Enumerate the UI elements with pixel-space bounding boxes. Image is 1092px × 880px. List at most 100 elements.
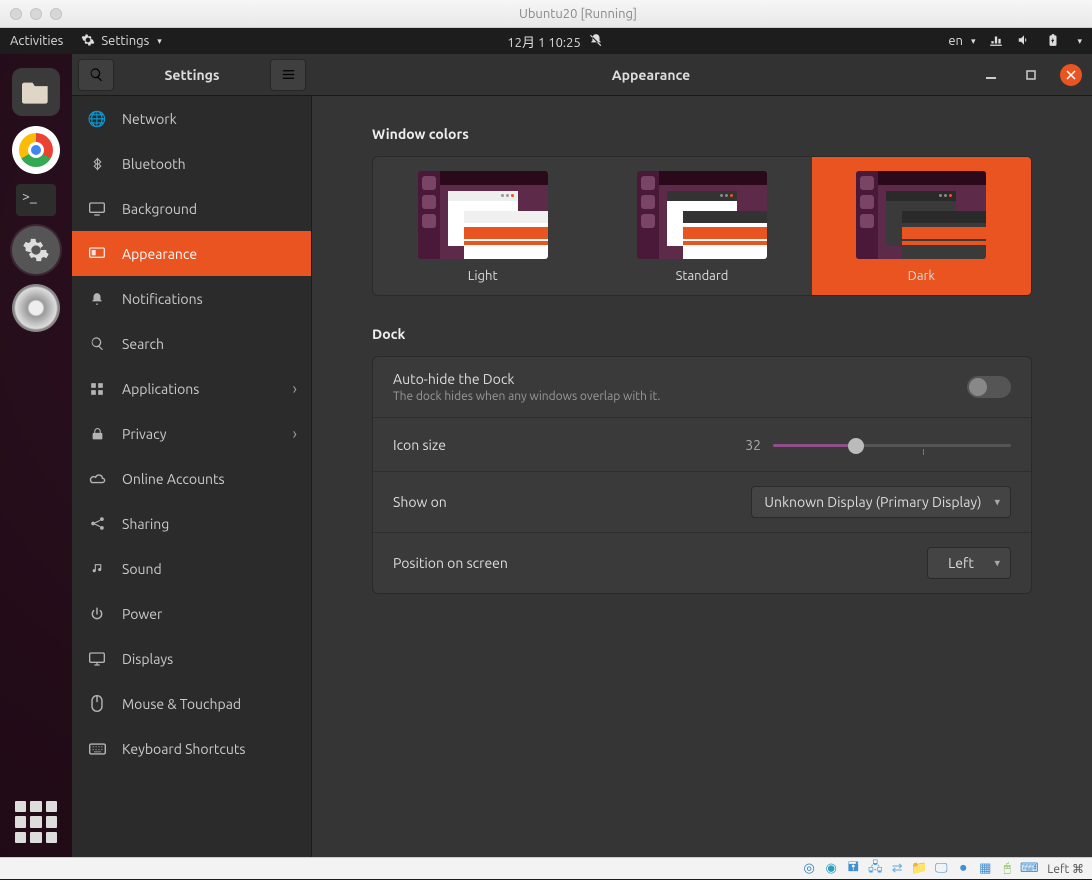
sidebar-item-applications[interactable]: Applications›: [72, 366, 311, 411]
sidebar-item-network[interactable]: 🌐Network: [72, 96, 311, 141]
sidebar-item-bluetooth[interactable]: Bluetooth: [72, 141, 311, 186]
sidebar-item-sound[interactable]: Sound: [72, 546, 311, 591]
content-title: Appearance: [322, 67, 980, 83]
vbox-network-icon[interactable]: 🖧: [867, 861, 883, 877]
search-button[interactable]: [78, 59, 114, 91]
host-zoom-button[interactable]: [50, 8, 62, 20]
dock-terminal-icon[interactable]: >_: [16, 184, 56, 216]
notifications-muted-icon[interactable]: [589, 33, 603, 50]
theme-option-standard[interactable]: Standard: [592, 157, 811, 295]
sidebar-item-background[interactable]: Background: [72, 186, 311, 231]
sidebar-item-appearance[interactable]: Appearance: [72, 231, 311, 276]
dock-disc-icon[interactable]: [12, 284, 60, 332]
hamburger-menu-button[interactable]: [270, 59, 306, 91]
show-applications-button[interactable]: [15, 801, 57, 843]
position-select[interactable]: Left: [927, 547, 1011, 579]
sidebar-item-sharing[interactable]: Sharing: [72, 501, 311, 546]
icon-size-row: Icon size 32: [373, 418, 1031, 472]
theme-label-dark: Dark: [832, 269, 1011, 283]
show-on-row: Show on Unknown Display (Primary Display…: [373, 472, 1031, 533]
dock-heading: Dock: [372, 326, 1032, 342]
icon-size-label: Icon size: [393, 437, 731, 453]
appearance-icon: [88, 247, 106, 261]
dock-settings-icon[interactable]: [12, 226, 60, 274]
sidebar-item-keyboard[interactable]: Keyboard Shortcuts: [72, 726, 311, 771]
autohide-toggle[interactable]: [967, 376, 1011, 398]
vbox-keyboard-capture-icon[interactable]: ⌨: [1021, 861, 1037, 877]
sidebar-item-displays[interactable]: Displays: [72, 636, 311, 681]
vbox-optical-icon[interactable]: ◉: [823, 861, 839, 877]
sidebar-item-mouse[interactable]: Mouse & Touchpad: [72, 681, 311, 726]
mouse-icon: [88, 695, 106, 712]
vbox-usb-icon[interactable]: ⇄: [889, 861, 905, 877]
music-icon: [88, 561, 106, 577]
keyboard-icon: [88, 743, 106, 755]
vbox-hdd-icon[interactable]: ◎: [801, 861, 817, 877]
host-minimize-button[interactable]: [30, 8, 42, 20]
host-titlebar: Ubuntu20 [Running]: [0, 0, 1092, 28]
minimize-button[interactable]: [980, 64, 1002, 86]
input-source-indicator[interactable]: en ▾: [948, 34, 975, 48]
host-window-controls[interactable]: [10, 8, 62, 20]
dock-settings-card: Auto-hide the Dock The dock hides when a…: [372, 356, 1032, 594]
sidebar-item-online-accounts[interactable]: Online Accounts: [72, 456, 311, 501]
chevron-right-icon: ›: [293, 380, 298, 398]
share-icon: [88, 516, 106, 531]
gear-icon: [81, 33, 95, 50]
vbox-recording-icon[interactable]: ⏺: [955, 861, 971, 877]
host-status-toolbar: ◎ ◉ 🖬 🖧 ⇄ 📁 🖵 ⏺ ▦ 🖰 ⌨ Left ⌘: [0, 857, 1092, 879]
show-on-select[interactable]: Unknown Display (Primary Display): [751, 486, 1011, 518]
sidebar-item-power[interactable]: Power: [72, 591, 311, 636]
vbox-display-icon[interactable]: 🖵: [933, 861, 949, 877]
grid-icon: [88, 382, 106, 396]
theme-option-light[interactable]: Light: [373, 157, 592, 295]
ubuntu-dock: >_: [0, 54, 72, 857]
search-icon: [88, 336, 106, 351]
app-menu[interactable]: Settings ▾: [81, 33, 161, 50]
monitor-icon: [88, 202, 106, 216]
battery-icon[interactable]: [1045, 33, 1061, 50]
lock-icon: [88, 426, 106, 442]
close-button[interactable]: [1060, 64, 1082, 86]
position-row: Position on screen Left: [373, 533, 1031, 593]
network-icon[interactable]: [989, 33, 1003, 50]
host-close-button[interactable]: [10, 8, 22, 20]
theme-option-dark[interactable]: Dark: [812, 157, 1031, 295]
chevron-right-icon: ›: [293, 425, 298, 443]
vbox-audio-icon[interactable]: 🖬: [845, 861, 861, 877]
host-window-title: Ubuntu20 [Running]: [74, 7, 1082, 21]
activities-button[interactable]: Activities: [10, 34, 63, 48]
vbox-shared-icon[interactable]: 📁: [911, 861, 927, 877]
dock-files-icon[interactable]: [12, 68, 60, 116]
dock-chrome-icon[interactable]: [12, 126, 60, 174]
desktop: >_ Settings Appearance: [0, 54, 1092, 857]
window-headerbar: Settings Appearance: [72, 54, 1092, 96]
bell-icon: [88, 291, 106, 307]
sidebar-item-search[interactable]: Search: [72, 321, 311, 366]
vbox-cpu-icon[interactable]: ▦: [977, 861, 993, 877]
power-icon: [88, 607, 106, 621]
icon-size-value: 32: [731, 437, 761, 453]
theme-preview-dark: [856, 171, 986, 259]
autohide-label: Auto-hide the Dock: [393, 371, 967, 387]
sidebar-item-privacy[interactable]: Privacy›: [72, 411, 311, 456]
app-menu-label: Settings: [101, 34, 149, 48]
vbox-mouse-capture-icon[interactable]: 🖰: [999, 861, 1015, 877]
settings-content: Window colors Light: [312, 96, 1092, 857]
maximize-button[interactable]: [1020, 64, 1042, 86]
gnome-top-panel: Activities Settings ▾ 12月 1 10:25 en ▾ ▾: [0, 28, 1092, 54]
sidebar-title: Settings: [114, 67, 270, 83]
theme-preview-standard: [637, 171, 767, 259]
icon-size-slider[interactable]: [773, 435, 1011, 455]
settings-window: Settings Appearance 🌐Network Bluetooth B…: [72, 54, 1092, 857]
panel-clock[interactable]: 12月 1 10:25: [507, 32, 580, 51]
volume-icon[interactable]: [1017, 33, 1031, 50]
autohide-row: Auto-hide the Dock The dock hides when a…: [373, 357, 1031, 418]
settings-sidebar: 🌐Network Bluetooth Background Appearance…: [72, 96, 312, 857]
show-on-label: Show on: [393, 494, 751, 510]
sidebar-item-notifications[interactable]: Notifications: [72, 276, 311, 321]
position-label: Position on screen: [393, 555, 927, 571]
host-key-indicator: Left ⌘: [1047, 862, 1084, 876]
system-menu-arrow-icon[interactable]: ▾: [1077, 36, 1082, 47]
theme-preview-light: [418, 171, 548, 259]
